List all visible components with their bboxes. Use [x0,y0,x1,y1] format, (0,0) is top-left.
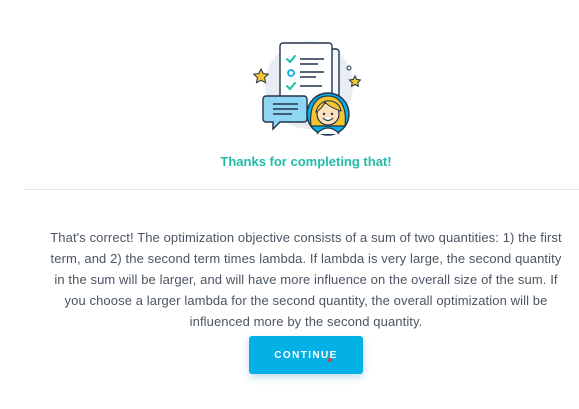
quiz-feedback-panel: Thanks for completing that! That's corre… [0,0,579,409]
continue-button[interactable]: Continue [249,336,363,374]
cursor-indicator [328,358,332,362]
divider [24,189,579,190]
success-title: Thanks for completing that! [220,154,392,169]
checklist-with-smiling-student-icon [248,38,364,142]
feedback-explanation: That's correct! The optimization objecti… [50,230,562,329]
